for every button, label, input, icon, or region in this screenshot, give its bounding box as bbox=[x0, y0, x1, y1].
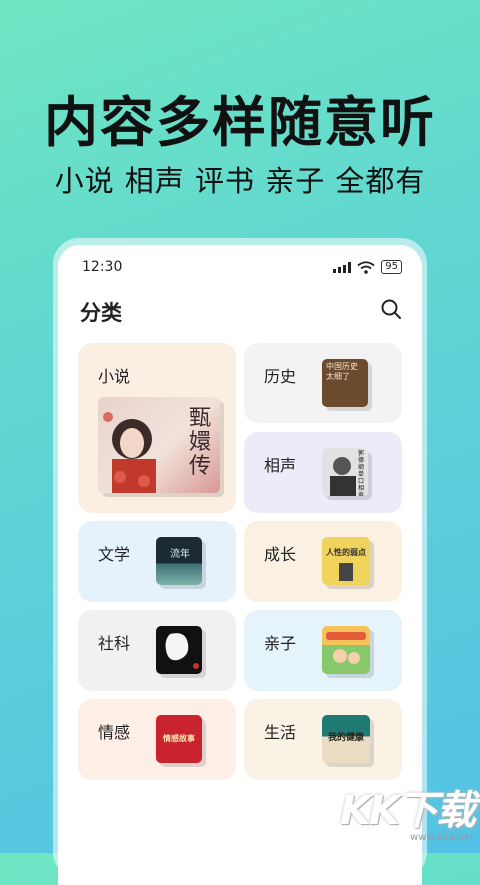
category-label: 成长 bbox=[264, 545, 297, 564]
category-card-life[interactable]: 生活 我的健康 bbox=[244, 699, 402, 780]
status-time: 12:30 bbox=[82, 259, 123, 275]
category-label: 小说 bbox=[98, 367, 131, 386]
category-card-social-science[interactable]: 社科 bbox=[78, 610, 236, 691]
category-label: 情感 bbox=[98, 723, 131, 742]
battery-indicator: 95 bbox=[381, 260, 402, 274]
watermark-logo: KK下载 bbox=[340, 788, 476, 834]
book-cover-title: 郭德纲单口相声 bbox=[358, 450, 365, 496]
category-label: 历史 bbox=[264, 367, 297, 386]
book-cover-history: 中国历史太细了 bbox=[322, 359, 368, 407]
category-card-novel[interactable]: 小说 甄嬛传 bbox=[78, 343, 236, 513]
book-cover-parenting bbox=[322, 626, 370, 674]
signal-icon bbox=[333, 261, 352, 273]
book-cover-title: 甄嬛传 bbox=[188, 406, 211, 479]
hero-subtitle: 小说 相声 评书 亲子 全都有 bbox=[54, 164, 426, 198]
book-cover-title: 情感故事 bbox=[163, 734, 195, 743]
category-label: 社科 bbox=[98, 634, 131, 653]
category-label: 文学 bbox=[98, 545, 131, 564]
book-cover-title: 流年 bbox=[170, 549, 190, 560]
category-label: 生活 bbox=[264, 723, 297, 742]
book-cover-emotion: 情感故事 bbox=[156, 715, 202, 763]
category-card-growth[interactable]: 成长 人性的弱点 bbox=[244, 521, 402, 602]
category-label: 亲子 bbox=[264, 634, 297, 653]
book-cover-title: 人性的弱点 bbox=[326, 548, 366, 557]
search-icon[interactable] bbox=[380, 298, 402, 320]
category-card-history[interactable]: 历史 中国历史太细了 bbox=[244, 343, 402, 423]
book-cover-literature: 流年 bbox=[156, 537, 202, 585]
book-cover-growth: 人性的弱点 bbox=[322, 537, 370, 585]
hero-title: 内容多样随意听 bbox=[44, 91, 436, 154]
site-watermark: KK下载 www.kkx.net bbox=[340, 778, 476, 843]
status-icons: 95 bbox=[333, 259, 402, 275]
category-card-crosstalk[interactable]: 相声 郭德纲单口相声 bbox=[244, 432, 402, 513]
category-card-literature[interactable]: 文学 流年 bbox=[78, 521, 236, 602]
category-label: 相声 bbox=[264, 456, 297, 475]
book-cover-crosstalk: 郭德纲单口相声 bbox=[322, 448, 368, 496]
book-cover-social-science bbox=[156, 626, 202, 674]
book-cover-life: 我的健康 bbox=[322, 715, 370, 763]
category-card-emotion[interactable]: 情感 情感故事 bbox=[78, 699, 236, 780]
category-card-parenting[interactable]: 亲子 bbox=[244, 610, 402, 691]
wifi-icon bbox=[357, 260, 375, 274]
page-title: 分类 bbox=[80, 301, 122, 325]
book-cover-title: 中国历史太细了 bbox=[326, 362, 358, 381]
book-cover-title: 我的健康 bbox=[327, 733, 364, 743]
book-cover-novel: 甄嬛传 bbox=[98, 397, 220, 493]
